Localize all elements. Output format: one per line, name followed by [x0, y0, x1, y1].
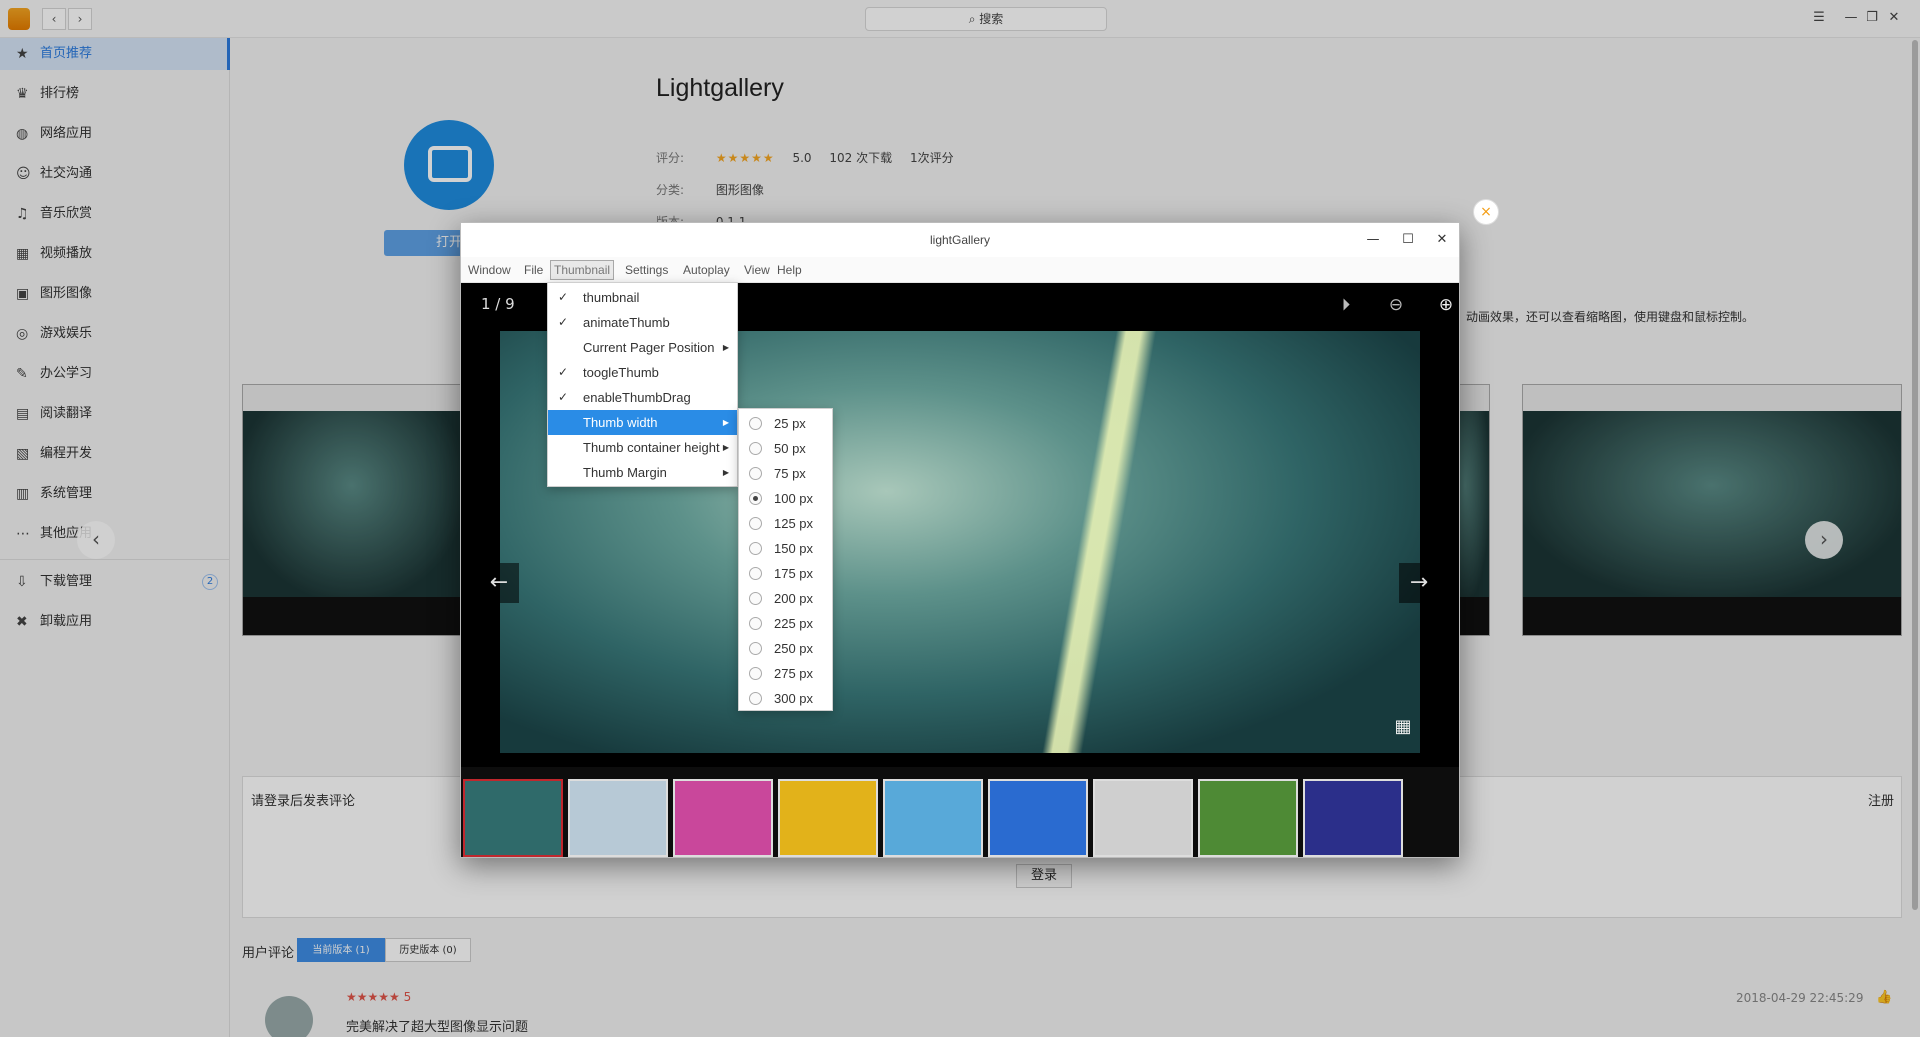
- radio-icon: [749, 417, 762, 430]
- option-label: 275 px: [774, 666, 814, 681]
- option-label: 225 px: [774, 616, 814, 631]
- menu-item-thumbnail[interactable]: ✓ thumbnail: [548, 285, 737, 310]
- menu-view[interactable]: View: [741, 260, 773, 280]
- thumb-width-option[interactable]: 200 px: [739, 586, 832, 611]
- menu-item-label: Thumb width: [583, 415, 658, 430]
- submenu-arrow-icon: ▶: [722, 343, 729, 352]
- lg-maximize-button[interactable]: ☐: [1399, 231, 1417, 249]
- thumb-purple-trees[interactable]: [1303, 779, 1403, 857]
- submenu-arrow-icon: ▶: [722, 443, 729, 452]
- thumb-width-option[interactable]: 25 px: [739, 411, 832, 436]
- thumb-blue-sky-crowd[interactable]: [988, 779, 1088, 857]
- menu-settings[interactable]: Settings: [622, 260, 671, 280]
- thumb-misty-cliff[interactable]: [1093, 779, 1193, 857]
- radio-icon: [749, 492, 762, 505]
- thumb-width-option[interactable]: 300 px: [739, 686, 832, 711]
- radio-icon: [749, 592, 762, 605]
- thumb-width-option[interactable]: 275 px: [739, 661, 832, 686]
- thumbnail-menu: ✓ thumbnail ✓ animateThumb Current Pager Pos…: [547, 282, 738, 487]
- menu-item-label: animateThumb: [583, 315, 670, 330]
- thumbnail-grid-icon[interactable]: ▦: [1391, 715, 1415, 739]
- checkmark-icon: ✓: [558, 365, 569, 379]
- thumb-width-option[interactable]: 150 px: [739, 536, 832, 561]
- submenu-arrow-icon: ▶: [722, 468, 729, 477]
- menu-help[interactable]: Help: [774, 260, 805, 280]
- radio-icon: [749, 542, 762, 555]
- preview-close-button[interactable]: ×: [1473, 199, 1499, 225]
- thumb-green-forest[interactable]: [1198, 779, 1298, 857]
- thumb-building-sky[interactable]: [883, 779, 983, 857]
- option-label: 150 px: [774, 541, 814, 556]
- lg-minimize-button[interactable]: —: [1364, 231, 1382, 249]
- lg-prev-button[interactable]: ←: [479, 563, 519, 603]
- menu-item-current-pager-position[interactable]: Current Pager Position ▶: [548, 335, 737, 360]
- checkmark-icon: ✓: [558, 390, 569, 404]
- option-label: 75 px: [774, 466, 806, 481]
- menu-item-tooglethumb[interactable]: ✓ toogleThumb: [548, 360, 737, 385]
- autoplay-icon[interactable]: ⏵: [1334, 293, 1358, 317]
- lg-titlebar: lightGallery — ☐ ✕: [461, 223, 1459, 257]
- menu-window[interactable]: Window: [465, 260, 514, 280]
- zoom-out-icon[interactable]: ⊖: [1384, 293, 1408, 317]
- thumb-sunflower[interactable]: [778, 779, 878, 857]
- menu-item-thumb-width[interactable]: Thumb width ▶: [548, 410, 737, 435]
- menu-item-label: Thumb container height: [583, 440, 720, 455]
- radio-icon: [749, 517, 762, 530]
- lg-thumbnail-strip: [461, 767, 1459, 857]
- option-label: 125 px: [774, 516, 814, 531]
- lg-close-button[interactable]: ✕: [1433, 231, 1451, 249]
- radio-icon: [749, 567, 762, 580]
- menu-item-label: Current Pager Position: [583, 340, 715, 355]
- radio-icon: [749, 642, 762, 655]
- option-label: 50 px: [774, 441, 806, 456]
- thumb-teal-architecture[interactable]: [463, 779, 563, 857]
- lg-window-title: lightGallery: [929, 233, 991, 247]
- menu-autoplay[interactable]: Autoplay: [680, 260, 733, 280]
- checkmark-icon: ✓: [558, 290, 569, 304]
- lg-counter: 1 / 9: [481, 295, 515, 313]
- menu-item-thumb-container-height[interactable]: Thumb container height ▶: [548, 435, 737, 460]
- menu-item-thumb-margin[interactable]: Thumb Margin ▶: [548, 460, 737, 485]
- option-label: 175 px: [774, 566, 814, 581]
- thumb-width-option[interactable]: 75 px: [739, 461, 832, 486]
- option-label: 100 px: [774, 491, 814, 506]
- menu-item-enablethumbdrag[interactable]: ✓ enableThumbDrag: [548, 385, 737, 410]
- thumb-width-option[interactable]: 50 px: [739, 436, 832, 461]
- thumb-width-option[interactable]: 100 px: [739, 486, 832, 511]
- menu-item-animatethumb[interactable]: ✓ animateThumb: [548, 310, 737, 335]
- thumb-width-option[interactable]: 125 px: [739, 511, 832, 536]
- option-label: 25 px: [774, 416, 806, 431]
- menu-thumbnail[interactable]: Thumbnail: [550, 260, 615, 280]
- radio-icon: [749, 692, 762, 705]
- zoom-in-icon[interactable]: ⊕: [1434, 293, 1458, 317]
- thumb-width-option[interactable]: 250 px: [739, 636, 832, 661]
- thumb-width-option[interactable]: 175 px: [739, 561, 832, 586]
- menu-file[interactable]: File: [521, 260, 546, 280]
- lg-menubar: Window File Thumbnail Settings Autoplay View H…: [461, 257, 1459, 283]
- thumb-bridge-sea[interactable]: [568, 779, 668, 857]
- thumb-width-option[interactable]: 225 px: [739, 611, 832, 636]
- menu-item-label: toogleThumb: [583, 365, 659, 380]
- option-label: 250 px: [774, 641, 814, 656]
- option-label: 200 px: [774, 591, 814, 606]
- menu-item-label: Thumb Margin: [583, 465, 667, 480]
- submenu-arrow-icon: ▶: [722, 418, 729, 427]
- checkmark-icon: ✓: [558, 315, 569, 329]
- option-label: 300 px: [774, 691, 814, 706]
- thumb-pink-stripes[interactable]: [673, 779, 773, 857]
- menu-item-label: enableThumbDrag: [583, 390, 691, 405]
- radio-icon: [749, 442, 762, 455]
- menu-item-label: thumbnail: [583, 290, 640, 305]
- radio-icon: [749, 617, 762, 630]
- radio-icon: [749, 467, 762, 480]
- thumb-width-submenu: 25 px 50 px 75 px 100 px 125 px 150 px 175 px 2…: [738, 408, 833, 711]
- lg-next-button[interactable]: →: [1399, 563, 1439, 603]
- radio-icon: [749, 667, 762, 680]
